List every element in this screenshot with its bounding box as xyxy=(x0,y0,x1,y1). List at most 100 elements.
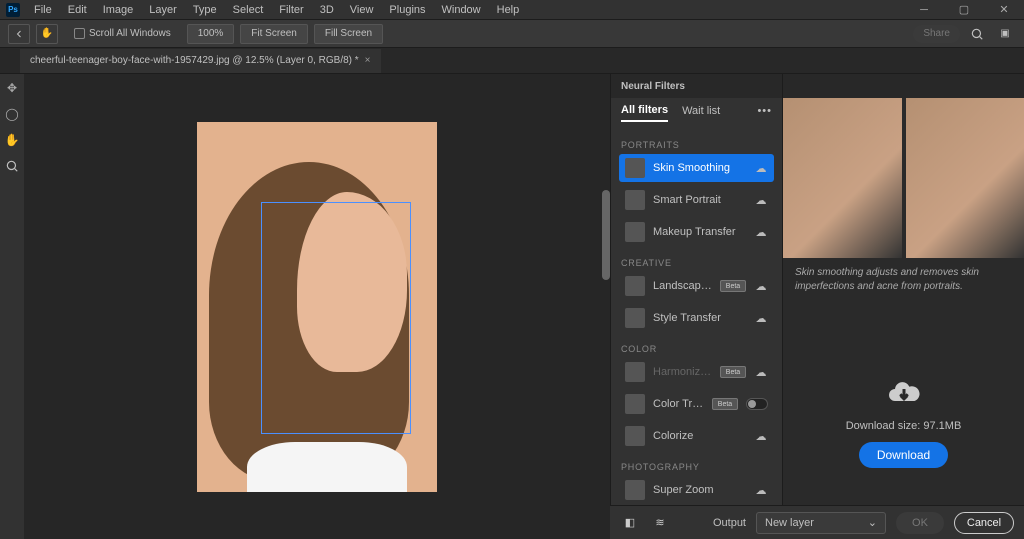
hand-tool-icon[interactable]: ✋ xyxy=(2,130,22,150)
menu-bar: Ps File Edit Image Layer Type Select Fil… xyxy=(0,0,1024,20)
menu-3d[interactable]: 3D xyxy=(312,0,342,20)
cloud-download-icon[interactable]: ☁ xyxy=(754,365,768,379)
preview-header-spacer xyxy=(783,74,1024,98)
minimize-button[interactable]: ─ xyxy=(904,0,944,20)
menu-image[interactable]: Image xyxy=(95,0,142,20)
filter-label: Color Transfer xyxy=(653,398,704,410)
tab-all-filters[interactable]: All filters xyxy=(621,104,668,122)
filter-label: Smart Portrait xyxy=(653,194,746,206)
checkbox-icon[interactable] xyxy=(74,28,85,39)
group-portraits: PORTRAITS xyxy=(619,132,774,154)
marquee-tool-icon[interactable]: ◯ xyxy=(2,104,22,124)
menu-help[interactable]: Help xyxy=(489,0,528,20)
before-after-icon[interactable]: ◧ xyxy=(620,513,640,533)
filter-landscape-mixer[interactable]: Landscape Mi... Beta ☁ xyxy=(619,272,774,300)
filter-thumb-icon xyxy=(625,394,645,414)
filter-label: Style Transfer xyxy=(653,312,746,324)
scroll-label: Scroll All Windows xyxy=(89,28,171,39)
filter-colorize[interactable]: Colorize ☁ xyxy=(619,422,774,450)
tab-wait-list[interactable]: Wait list xyxy=(682,105,720,121)
maximize-button[interactable]: ▢ xyxy=(944,0,984,20)
search-icon[interactable] xyxy=(966,24,988,44)
filter-description: Skin smoothing adjusts and removes skin … xyxy=(783,258,1024,302)
cloud-download-icon[interactable]: ☁ xyxy=(754,193,768,207)
neural-filters-header: Neural Filters xyxy=(611,74,782,98)
beta-badge: Beta xyxy=(712,398,738,410)
workspace-icon[interactable]: ▣ xyxy=(994,24,1016,44)
menu-select[interactable]: Select xyxy=(225,0,272,20)
filter-super-zoom[interactable]: Super Zoom ☁ xyxy=(619,476,774,504)
preview-after-image xyxy=(906,98,1024,258)
menu-window[interactable]: Window xyxy=(434,0,489,20)
fill-screen-button[interactable]: Fill Screen xyxy=(314,24,383,44)
layers-icon[interactable]: ≋ xyxy=(650,513,670,533)
filter-label: Super Zoom xyxy=(653,484,746,496)
cloud-download-icon[interactable]: ☁ xyxy=(754,279,768,293)
move-tool-icon[interactable]: ✥ xyxy=(2,78,22,98)
document-tab-bar: cheerful-teenager-boy-face-with-1957429.… xyxy=(0,48,1024,74)
canvas-area[interactable] xyxy=(24,74,610,539)
beta-badge: Beta xyxy=(720,366,746,378)
filter-label: Harmonization xyxy=(653,366,712,378)
filter-makeup-transfer[interactable]: Makeup Transfer ☁ xyxy=(619,218,774,246)
face-detection-box xyxy=(261,202,411,434)
vertical-scrollbar[interactable] xyxy=(602,190,610,280)
menu-edit[interactable]: Edit xyxy=(60,0,95,20)
filter-thumb-icon xyxy=(625,158,645,178)
preview-images xyxy=(783,98,1024,258)
group-color: COLOR xyxy=(619,336,774,358)
filter-skin-smoothing[interactable]: Skin Smoothing ☁ xyxy=(619,154,774,182)
menu-file[interactable]: File xyxy=(26,0,60,20)
cloud-download-icon[interactable]: ☁ xyxy=(754,161,768,175)
output-label: Output xyxy=(713,517,746,529)
filter-toggle[interactable] xyxy=(746,398,768,410)
filter-label: Makeup Transfer xyxy=(653,226,746,238)
document-title: cheerful-teenager-boy-face-with-1957429.… xyxy=(30,55,359,66)
group-creative: CREATIVE xyxy=(619,250,774,272)
filter-thumb-icon xyxy=(625,308,645,328)
cloud-download-icon[interactable]: ☁ xyxy=(754,483,768,497)
filter-thumb-icon xyxy=(625,222,645,242)
hand-tool-icon[interactable]: ✋ xyxy=(36,24,58,44)
cloud-download-icon[interactable]: ☁ xyxy=(754,225,768,239)
output-value: New layer xyxy=(765,517,814,529)
chevron-down-icon: ⌄ xyxy=(868,516,877,529)
cloud-download-icon xyxy=(886,374,922,410)
download-size-label: Download size: 97.1MB xyxy=(846,420,962,432)
filter-label: Colorize xyxy=(653,430,746,442)
download-button[interactable]: Download xyxy=(859,442,948,468)
cloud-download-icon[interactable]: ☁ xyxy=(754,429,768,443)
ok-button[interactable]: OK xyxy=(896,512,944,534)
share-button[interactable]: Share xyxy=(913,25,960,43)
cancel-button[interactable]: Cancel xyxy=(954,512,1014,534)
more-icon[interactable]: ••• xyxy=(757,105,772,121)
document-canvas[interactable] xyxy=(197,122,437,492)
filter-style-transfer[interactable]: Style Transfer ☁ xyxy=(619,304,774,332)
close-tab-icon[interactable]: × xyxy=(365,55,371,66)
neural-filters-panel: Neural Filters All filters Wait list •••… xyxy=(610,74,782,539)
menu-view[interactable]: View xyxy=(342,0,382,20)
menu-filter[interactable]: Filter xyxy=(271,0,311,20)
home-button[interactable] xyxy=(8,24,30,44)
beta-badge: Beta xyxy=(720,280,746,292)
download-section: Download size: 97.1MB Download xyxy=(783,302,1024,539)
output-select[interactable]: New layer ⌄ xyxy=(756,512,886,534)
cloud-download-icon[interactable]: ☁ xyxy=(754,311,768,325)
document-tab[interactable]: cheerful-teenager-boy-face-with-1957429.… xyxy=(20,49,381,73)
close-button[interactable]: ✕ xyxy=(984,0,1024,20)
filter-thumb-icon xyxy=(625,426,645,446)
zoom-level-button[interactable]: 100% xyxy=(187,24,235,44)
menu-type[interactable]: Type xyxy=(185,0,225,20)
filter-thumb-icon xyxy=(625,480,645,500)
filter-color-transfer[interactable]: Color Transfer Beta xyxy=(619,390,774,418)
app-logo: Ps xyxy=(6,3,20,17)
fit-screen-button[interactable]: Fit Screen xyxy=(240,24,308,44)
zoom-tool-icon[interactable] xyxy=(2,156,22,176)
filter-harmonization[interactable]: Harmonization Beta ☁ xyxy=(619,358,774,386)
filter-smart-portrait[interactable]: Smart Portrait ☁ xyxy=(619,186,774,214)
scroll-all-windows-checkbox[interactable]: Scroll All Windows xyxy=(64,24,181,44)
menu-layer[interactable]: Layer xyxy=(141,0,185,20)
neural-filters-footer: ◧ ≋ Output New layer ⌄ OK Cancel xyxy=(610,505,1024,539)
menu-plugins[interactable]: Plugins xyxy=(381,0,433,20)
filter-label: Skin Smoothing xyxy=(653,162,746,174)
